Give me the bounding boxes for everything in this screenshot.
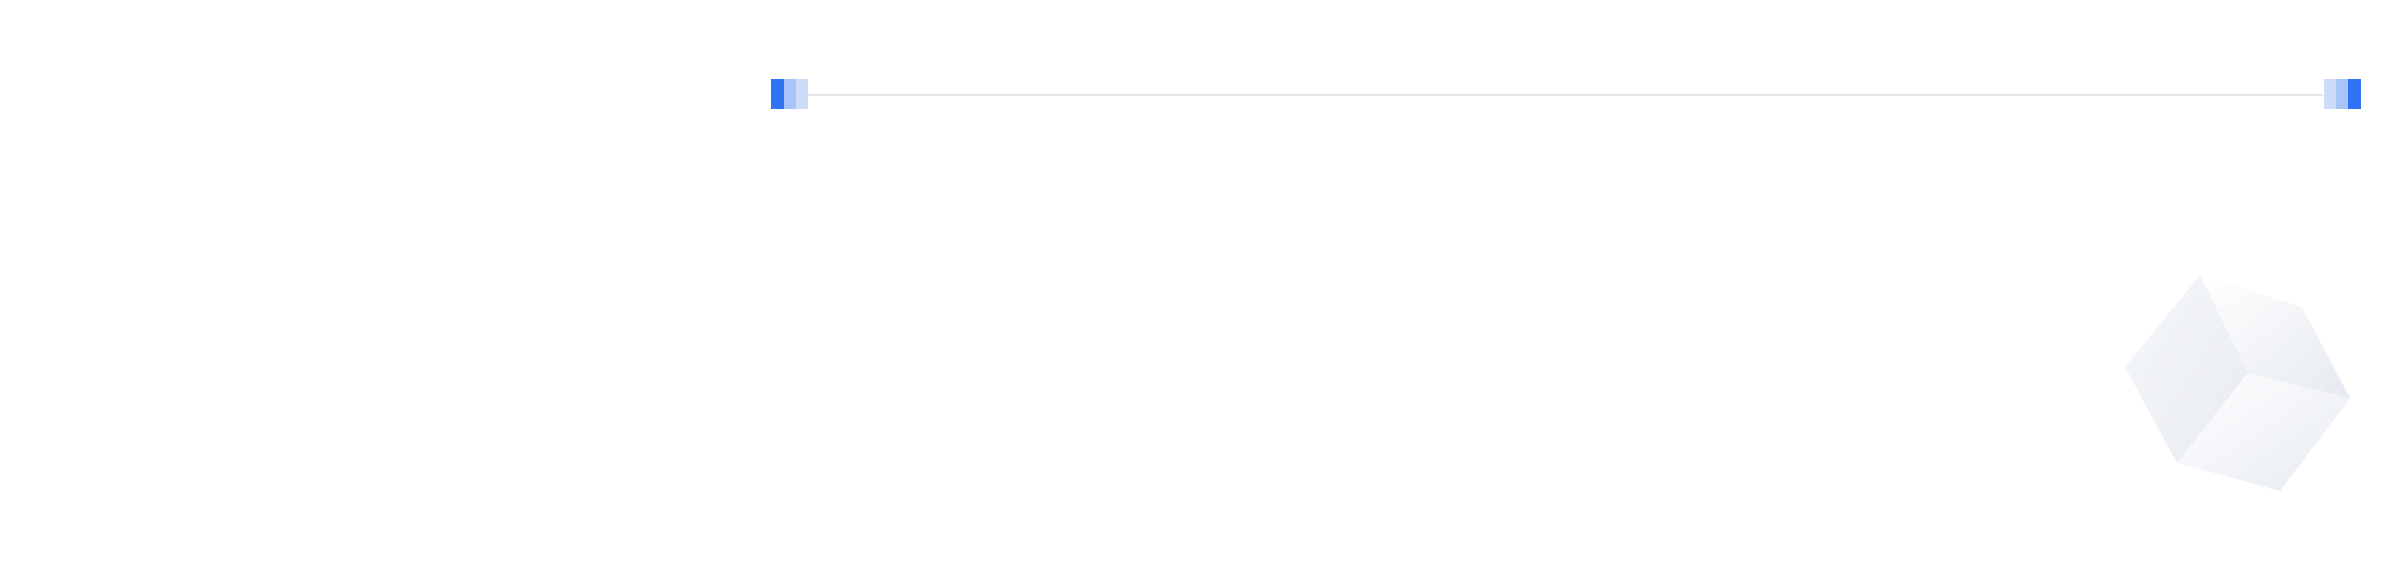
right-bracket-segment-mid bbox=[2336, 79, 2348, 109]
right-bracket-segment-light bbox=[2324, 79, 2336, 109]
divider-line bbox=[807, 94, 2323, 96]
left-bracket-marker bbox=[771, 79, 808, 109]
cube-icon bbox=[2125, 275, 2350, 491]
left-bracket-segment-strong bbox=[771, 79, 784, 109]
right-bracket-segment-strong bbox=[2348, 79, 2361, 109]
right-bracket-marker bbox=[2324, 79, 2361, 109]
left-bracket-segment-mid bbox=[784, 79, 796, 109]
